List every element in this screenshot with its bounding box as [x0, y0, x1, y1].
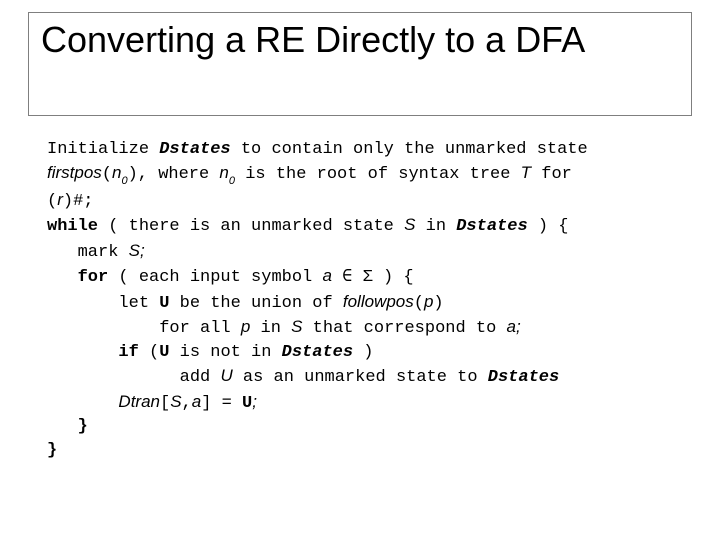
var-dtran: Dtran	[118, 392, 160, 411]
subscript: 0	[229, 175, 235, 187]
keyword-dstates: Dstates	[488, 368, 559, 387]
text: in	[250, 319, 291, 338]
var-T: T	[521, 163, 531, 182]
text: ), where	[128, 165, 220, 184]
text	[47, 394, 118, 413]
text: for	[531, 165, 572, 184]
text: )#;	[63, 192, 94, 211]
keyword-if: if	[118, 343, 138, 362]
algorithm-code: Initialize Dstates to contain only the u…	[47, 138, 685, 462]
subscript: 0	[121, 175, 127, 187]
text: )	[353, 343, 373, 362]
code-line: }	[47, 439, 685, 462]
text: is not in	[169, 343, 281, 362]
var-a: a	[322, 266, 331, 285]
var-S: S;	[129, 241, 145, 260]
code-line: }	[47, 415, 685, 438]
code-line: let U be the union of followpos(p)	[47, 290, 685, 315]
text: ( there is an unmarked state	[98, 217, 404, 236]
text: Initialize	[47, 140, 159, 159]
var-U: U	[242, 394, 252, 413]
close-brace: }	[47, 417, 88, 436]
text: mark	[47, 243, 129, 262]
text: let	[47, 294, 159, 313]
text: in	[415, 217, 456, 236]
var-a: a;	[507, 317, 521, 336]
text: (	[102, 165, 112, 184]
var-p: p	[241, 317, 250, 336]
text: for all	[47, 319, 241, 338]
title-box: Converting a RE Directly to a DFA	[28, 12, 692, 116]
func-followpos: followpos	[343, 292, 414, 311]
text: (	[139, 343, 159, 362]
code-line: for ( each input symbol a ∈ Σ ) {	[47, 264, 685, 289]
code-line: if (U is not in Dstates )	[47, 341, 685, 364]
var-S: S	[291, 317, 302, 336]
text: that correspond to	[302, 319, 506, 338]
var-S: S	[170, 392, 181, 411]
var-p: p	[424, 292, 433, 311]
code-line: Dtran[S,a] = U;	[47, 390, 685, 415]
text: ] =	[201, 394, 242, 413]
var-S: S	[404, 215, 415, 234]
close-brace: }	[47, 441, 57, 460]
func-firstpos: firstpos	[47, 163, 102, 182]
var-U: U	[220, 366, 232, 385]
code-line: for all p in S that correspond to a;	[47, 315, 685, 340]
text: (	[47, 192, 57, 211]
text: add	[47, 368, 220, 387]
var-a: a	[192, 392, 201, 411]
text: be the union of	[169, 294, 342, 313]
code-line: while ( there is an unmarked state S in …	[47, 213, 685, 238]
keyword-dstates: Dstates	[159, 140, 230, 159]
text: ,	[182, 394, 192, 413]
text: ;	[252, 392, 257, 411]
text: )	[433, 294, 443, 313]
text: to contain only the unmarked state	[231, 140, 588, 159]
text	[47, 343, 118, 362]
keyword-dstates: Dstates	[456, 217, 527, 236]
slide-title: Converting a RE Directly to a DFA	[41, 19, 679, 60]
code-line: Initialize Dstates to contain only the u…	[47, 138, 685, 161]
text: ( each input symbol	[108, 268, 322, 287]
text: is the root of syntax tree	[235, 165, 521, 184]
text: [	[160, 394, 170, 413]
code-line: mark S;	[47, 239, 685, 264]
keyword-for: for	[78, 268, 109, 287]
var-n: n	[219, 163, 228, 182]
text: ) {	[528, 217, 569, 236]
text	[47, 268, 78, 287]
text: (	[414, 294, 424, 313]
code-line: firstpos(n0), where n0 is the root of sy…	[47, 161, 685, 188]
keyword-while: while	[47, 217, 98, 236]
keyword-dstates: Dstates	[282, 343, 353, 362]
text: ∈ Σ ) {	[332, 268, 414, 287]
slide: Converting a RE Directly to a DFA Initia…	[0, 0, 720, 540]
code-line: (r)#;	[47, 188, 685, 213]
var-U: U	[159, 343, 169, 362]
code-line: add U as an unmarked state to Dstates	[47, 364, 685, 389]
var-U: U	[159, 294, 169, 313]
text: as an unmarked state to	[233, 368, 488, 387]
